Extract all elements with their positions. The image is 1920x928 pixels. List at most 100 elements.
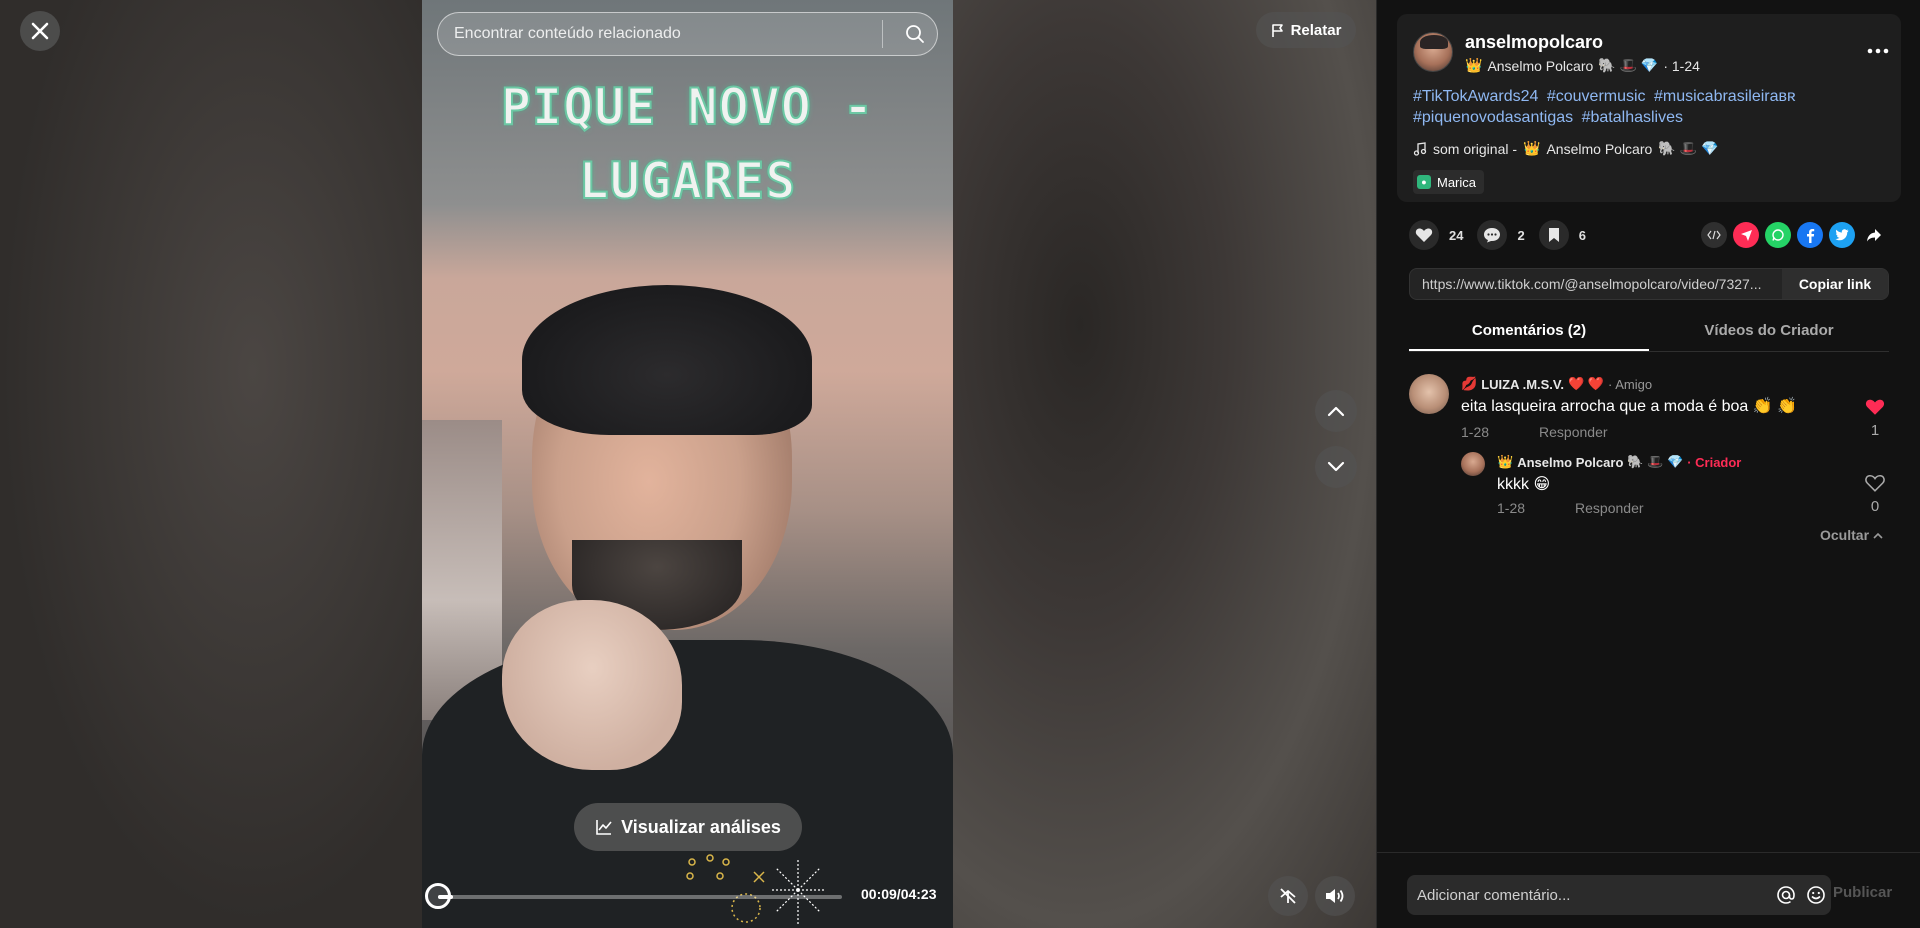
video-stage: PIQUE NOVO - LUGARES Relatar Visualizar …: [0, 0, 1376, 928]
floating-player-button[interactable]: [1268, 876, 1308, 916]
embed-icon[interactable]: [1701, 222, 1727, 248]
comment-date: 1-28: [1461, 424, 1490, 440]
video-time: 00:09/04:23: [861, 886, 937, 902]
reply-meta: 1-28 Responder: [1497, 500, 1644, 516]
emoji-icon: [1807, 886, 1825, 904]
video-link-box: https://www.tiktok.com/@anselmopolcaro/v…: [1409, 268, 1889, 300]
view-analytics-button[interactable]: Visualizar análises: [574, 803, 802, 851]
sound-badges: 🐘 🎩 💎: [1658, 140, 1719, 156]
tab-comments[interactable]: Comentários (2): [1409, 316, 1649, 351]
comment-input[interactable]: [1417, 886, 1771, 904]
chevron-up-icon: [1327, 406, 1345, 417]
heart-badges: ❤️ ❤️: [1568, 376, 1605, 391]
chevron-up-icon: [1873, 532, 1883, 539]
hashtag-link[interactable]: #musicabrasileiraʙʀ: [1654, 88, 1796, 105]
flag-icon: [1271, 23, 1283, 37]
video-progress-bar[interactable]: [425, 883, 842, 909]
author-badges: 🐘 🎩 💎: [1598, 57, 1659, 73]
comment-count: 2: [1517, 227, 1525, 243]
location-name: Marica: [1437, 174, 1477, 190]
video-player[interactable]: PIQUE NOVO - LUGARES: [422, 0, 953, 928]
close-icon: [31, 22, 49, 40]
volume-icon: [1326, 889, 1344, 903]
comment-meta: 1-28 Responder: [1461, 424, 1608, 440]
facebook-icon[interactable]: [1797, 222, 1823, 248]
reply-item: 👑 Anselmo Polcaro 🐘 🎩 💎 · Criador kkkk 😁…: [1409, 452, 1889, 522]
share-icon[interactable]: [1861, 222, 1887, 248]
post-date: · 1-24: [1663, 57, 1700, 74]
replier-name[interactable]: Anselmo Polcaro: [1517, 455, 1623, 470]
engagement-actions: 24 2 6: [1409, 220, 1586, 250]
search-input[interactable]: [454, 25, 882, 43]
report-button[interactable]: Relatar: [1256, 12, 1356, 48]
location-pin-icon: ●: [1417, 175, 1431, 189]
sound-author: Anselmo Polcaro: [1546, 140, 1653, 157]
comment-text: eita lasqueira arrocha que a moda é boa …: [1461, 398, 1798, 415]
report-label: Relatar: [1290, 21, 1342, 39]
commenter-name[interactable]: LUIZA .M.S.V.: [1481, 377, 1564, 392]
replier-name-row: 👑 Anselmo Polcaro 🐘 🎩 💎 · Criador: [1497, 454, 1741, 470]
crown-icon: 👑: [1497, 454, 1514, 469]
author-username[interactable]: anselmopolcaro: [1465, 32, 1603, 53]
publish-button[interactable]: Publicar: [1833, 884, 1892, 901]
bookmark-icon: [1538, 220, 1569, 250]
tab-creator-videos[interactable]: Vídeos do Criador: [1649, 316, 1889, 351]
copy-link-button[interactable]: Copiar link: [1782, 269, 1888, 299]
comment-bubble-icon: [1477, 220, 1508, 250]
save-button[interactable]: 6: [1538, 220, 1586, 250]
previous-video-button[interactable]: [1315, 390, 1357, 432]
panel-tabs: Comentários (2) Vídeos do Criador: [1409, 316, 1889, 352]
hashtag-link[interactable]: #couvermusic: [1547, 88, 1646, 105]
comment-button[interactable]: 2: [1477, 220, 1525, 250]
search-icon: [906, 25, 924, 43]
related-search: [437, 12, 938, 56]
author-display-name[interactable]: Anselmo Polcaro: [1487, 58, 1593, 74]
chart-icon: [596, 820, 612, 835]
comment-input-box: [1407, 875, 1831, 915]
like-button[interactable]: 24: [1409, 220, 1463, 250]
sound-link[interactable]: som original - 👑 Anselmo Polcaro 🐘 🎩 💎: [1413, 140, 1718, 157]
hashtag-link[interactable]: #TikTokAwards24: [1413, 88, 1538, 105]
comment-like-button[interactable]: [1863, 398, 1887, 420]
video-link-url[interactable]: https://www.tiktok.com/@anselmopolcaro/v…: [1410, 276, 1782, 292]
mention-button[interactable]: [1771, 880, 1801, 910]
reply-like-count: 0: [1870, 498, 1880, 515]
chevron-down-icon: [1327, 461, 1345, 472]
location-tag[interactable]: ● Marica: [1413, 170, 1485, 194]
crown-icon: 👑: [1465, 57, 1483, 73]
video-frame-hair: [522, 285, 812, 435]
reply-text: kkkk 😁: [1497, 476, 1551, 493]
send-icon[interactable]: [1733, 222, 1759, 248]
heart-outline-icon: [1865, 474, 1885, 492]
replier-avatar[interactable]: [1461, 452, 1485, 476]
reply-button[interactable]: Responder: [1539, 424, 1608, 440]
author-avatar[interactable]: [1413, 32, 1453, 72]
music-note-icon: [1413, 141, 1427, 156]
reply-like-button[interactable]: [1863, 474, 1887, 496]
next-video-button[interactable]: [1315, 446, 1357, 488]
share-options: [1701, 222, 1887, 248]
video-frame-hand: [502, 600, 682, 770]
commenter-avatar[interactable]: [1409, 374, 1449, 414]
blurred-background-left: [0, 0, 422, 928]
video-overlay-title-line1: PIQUE NOVO -: [500, 77, 875, 137]
twitter-icon[interactable]: [1829, 222, 1855, 248]
video-progress-handle[interactable]: [425, 883, 451, 909]
volume-button[interactable]: [1315, 876, 1355, 916]
lips-icon: 💋: [1461, 376, 1478, 391]
reply-button[interactable]: Responder: [1575, 500, 1644, 516]
blurred-background-right: [953, 0, 1376, 928]
hide-replies-button[interactable]: Ocultar: [1820, 527, 1883, 543]
creator-tag: · Criador: [1687, 454, 1742, 470]
fireworks-sticker: [686, 854, 826, 924]
hashtag-link[interactable]: #batalhaslives: [1582, 109, 1683, 126]
hashtag-link[interactable]: #piquenovodasantigas: [1413, 109, 1573, 126]
search-button[interactable]: [893, 12, 937, 56]
close-button[interactable]: [20, 11, 60, 51]
more-options-button[interactable]: [1863, 36, 1893, 66]
comment-composer: Publicar: [1377, 852, 1920, 928]
post-hashtags: #TikTokAwards24 #couvermusic #musicabras…: [1413, 86, 1883, 128]
whatsapp-icon[interactable]: [1765, 222, 1791, 248]
emoji-button[interactable]: [1801, 880, 1831, 910]
search-divider: [882, 20, 883, 48]
